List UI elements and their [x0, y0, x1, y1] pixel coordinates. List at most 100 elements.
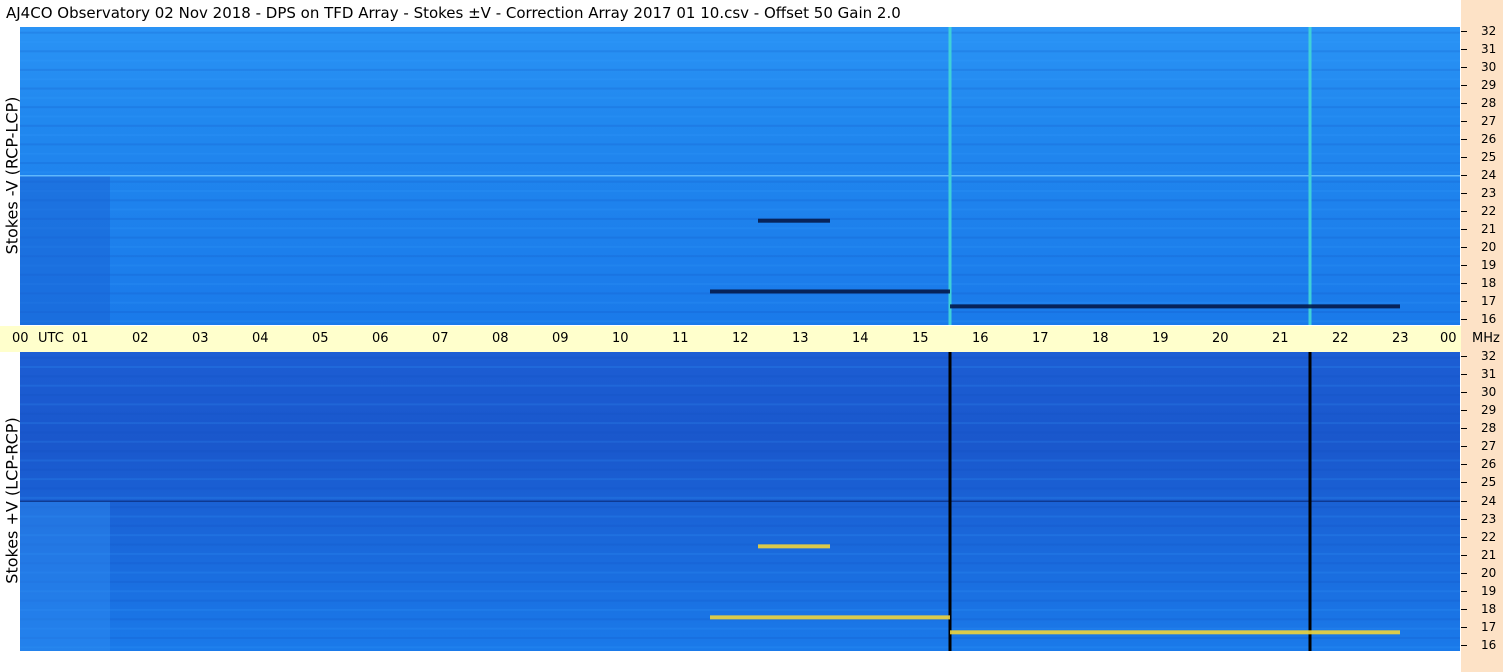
- freq-tick: [1461, 265, 1467, 266]
- stripe: [20, 627, 1460, 630]
- stripe: [20, 412, 1460, 415]
- freq-tick-label: 21: [1481, 222, 1497, 236]
- freq-tick: [1461, 67, 1467, 68]
- spectrogram-rcp-lcp: [20, 27, 1460, 325]
- time-tick-label: 14: [852, 331, 869, 346]
- vertical-line: [1308, 352, 1312, 651]
- freq-tick: [1461, 229, 1467, 230]
- spectrogram-svg: [20, 27, 1460, 325]
- time-tick-label: 16: [972, 331, 989, 346]
- time-tick-label: 02: [132, 331, 149, 346]
- stripe: [20, 646, 1460, 649]
- stripe: [20, 180, 1460, 183]
- freq-tick-label: 28: [1481, 421, 1497, 436]
- stripe: [20, 599, 1460, 602]
- freq-tick: [1461, 49, 1467, 50]
- freq-tick-label: 19: [1481, 583, 1497, 598]
- stripe: [20, 422, 1460, 425]
- stripe: [20, 552, 1460, 555]
- stripe: [20, 189, 1460, 192]
- stripe: [20, 31, 1460, 34]
- stripe: [20, 524, 1460, 527]
- stripe: [20, 496, 1460, 499]
- freq-tick: [1461, 139, 1467, 140]
- freq-tick: [1461, 319, 1467, 320]
- stripe: [20, 431, 1460, 434]
- freq-scale-bottom: 32 31 30 29 28 27 26 25 24 23 22 21 20 19 18 17 16: [1461, 350, 1503, 652]
- freq-tick-label: 30: [1481, 60, 1497, 74]
- freq-tick: [1461, 85, 1467, 86]
- freq-tick: [1461, 446, 1467, 448]
- freq-tick-label: 17: [1481, 294, 1497, 308]
- line-24mhz: [20, 175, 1460, 177]
- stripe: [20, 534, 1460, 537]
- freq-tick: [1461, 500, 1467, 502]
- freq-tick-label: 20: [1481, 240, 1497, 254]
- emission-band: [950, 630, 1400, 635]
- stripe: [20, 301, 1460, 304]
- freq-tick-label: 18: [1481, 276, 1497, 290]
- utc-label: UTC: [38, 331, 64, 346]
- stripe: [20, 171, 1460, 174]
- freq-tick-label: 32: [1481, 24, 1497, 38]
- stripe: [20, 478, 1460, 481]
- stripe: [20, 40, 1460, 43]
- stripe: [20, 236, 1460, 239]
- spectrogram-lcp-rcp: [20, 352, 1460, 651]
- stripe: [20, 394, 1460, 397]
- freq-tick-label: 19: [1481, 258, 1497, 272]
- freq-tick-label: 27: [1481, 114, 1497, 128]
- time-tick-label: 21: [1272, 331, 1289, 346]
- freq-tick-label: 16: [1481, 312, 1497, 326]
- stripe: [20, 96, 1460, 99]
- stripe: [20, 320, 1460, 323]
- stripe: [20, 208, 1460, 211]
- freq-tick-label: 26: [1481, 132, 1497, 146]
- time-tick-label: 08: [492, 331, 509, 346]
- freq-tick-label: 25: [1481, 150, 1497, 164]
- stripe: [20, 124, 1460, 127]
- stripe: [20, 311, 1460, 314]
- stripe: [20, 450, 1460, 453]
- vertical-line: [1308, 27, 1312, 325]
- stripe: [20, 162, 1460, 165]
- time-tick-label: 15: [912, 331, 929, 346]
- freq-tick-label: 16: [1481, 638, 1497, 652]
- stripe: [20, 366, 1460, 369]
- freq-tick: [1461, 410, 1467, 412]
- time-tick-label: 03: [192, 331, 209, 346]
- time-tick-label: 22: [1332, 331, 1349, 346]
- stripe: [20, 515, 1460, 518]
- freq-tick-label: 24: [1481, 493, 1497, 508]
- freq-tick-label: 17: [1481, 619, 1497, 634]
- time-tick-label: 11: [672, 331, 689, 346]
- freq-tick: [1461, 464, 1467, 466]
- freq-tick-label: 27: [1481, 439, 1497, 454]
- stripe: [20, 375, 1460, 378]
- time-tick-label: 00: [12, 331, 29, 346]
- stripe: [20, 50, 1460, 53]
- stripe: [20, 134, 1460, 137]
- freq-tick: [1461, 247, 1467, 248]
- time-tick-label: 07: [432, 331, 449, 346]
- stripe: [20, 590, 1460, 593]
- freq-tick: [1461, 356, 1467, 357]
- time-tick-label: 00: [1440, 331, 1457, 346]
- stripe: [20, 199, 1460, 202]
- stripe: [20, 115, 1460, 118]
- freq-tick-label: 25: [1481, 475, 1497, 490]
- stripe: [20, 217, 1460, 220]
- time-tick-label: 05: [312, 331, 329, 346]
- time-tick-label: 20: [1212, 331, 1229, 346]
- freq-tick: [1461, 590, 1467, 592]
- vertical-line: [948, 27, 952, 325]
- freq-tick: [1461, 482, 1467, 484]
- stripe: [20, 506, 1460, 509]
- freq-tick-label: 26: [1481, 457, 1497, 472]
- stripe: [20, 78, 1460, 81]
- freq-tick-label: 30: [1481, 385, 1497, 400]
- freq-tick-label: 22: [1481, 204, 1497, 218]
- stripe: [20, 87, 1460, 90]
- freq-tick-label: 23: [1481, 511, 1497, 526]
- emission-band: [710, 289, 950, 294]
